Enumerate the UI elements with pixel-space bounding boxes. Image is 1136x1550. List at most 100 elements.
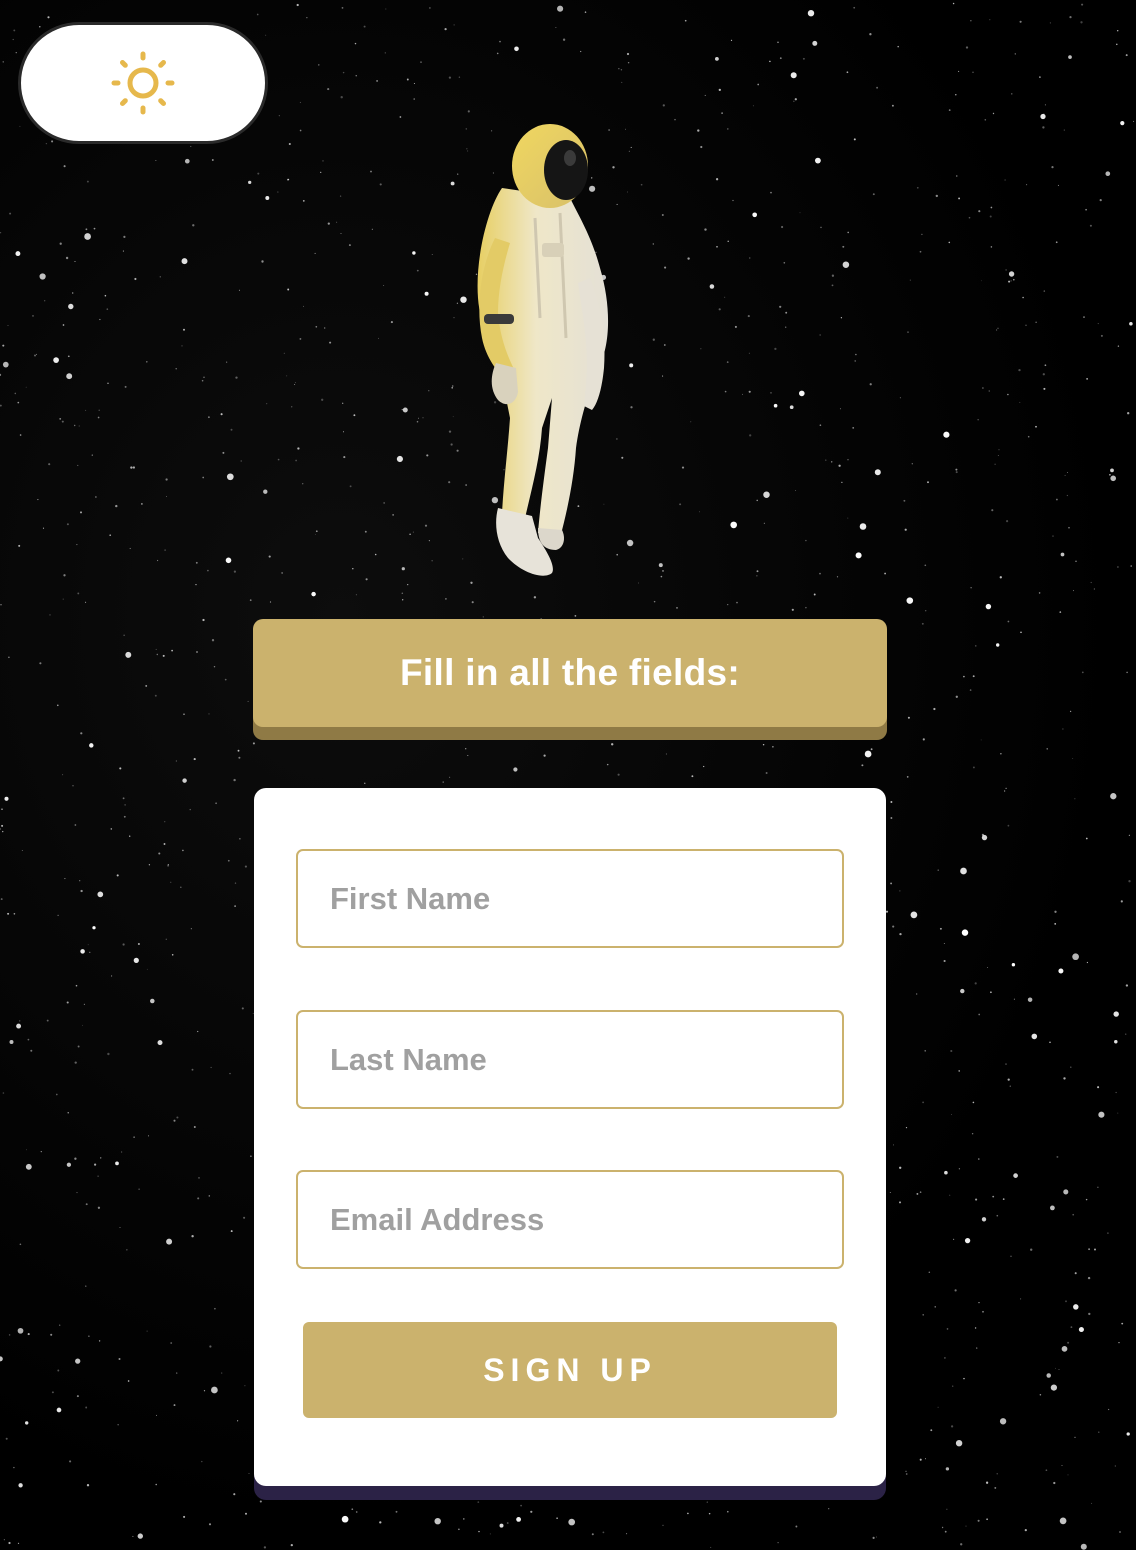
- star: [294, 382, 296, 384]
- star: [724, 296, 726, 298]
- star: [1083, 316, 1085, 318]
- last-name-input[interactable]: [296, 1010, 844, 1109]
- theme-toggle-button[interactable]: [18, 22, 268, 144]
- star: [9, 212, 12, 215]
- star: [123, 815, 126, 818]
- star: [718, 88, 721, 92]
- star: [916, 186, 919, 189]
- star: [127, 1380, 130, 1382]
- email-input[interactable]: [296, 1170, 844, 1269]
- star: [261, 260, 264, 263]
- star: [1080, 21, 1083, 24]
- star: [1, 808, 3, 810]
- first-name-input[interactable]: [296, 849, 844, 948]
- star: [756, 575, 758, 577]
- star: [626, 1533, 628, 1535]
- star: [934, 1306, 936, 1308]
- star: [1091, 1502, 1093, 1504]
- star: [59, 1324, 61, 1326]
- star: [123, 235, 126, 238]
- star: [1074, 1272, 1077, 1275]
- star: [916, 993, 918, 995]
- star: [954, 1289, 957, 1292]
- sign-up-button[interactable]: SIGN UP: [303, 1322, 837, 1418]
- star: [97, 1206, 101, 1209]
- star: [813, 593, 816, 596]
- star: [80, 511, 82, 514]
- star: [1100, 334, 1103, 337]
- star: [706, 1501, 708, 1503]
- star: [327, 222, 330, 225]
- star: [1058, 1369, 1060, 1370]
- star: [230, 428, 233, 431]
- star: [109, 534, 112, 537]
- star: [520, 1504, 522, 1507]
- star: [399, 116, 402, 118]
- star: [146, 968, 148, 970]
- star: [1035, 425, 1037, 428]
- star: [365, 578, 368, 581]
- star: [294, 383, 296, 386]
- star: [785, 311, 788, 314]
- star: [661, 213, 664, 217]
- star: [211, 159, 214, 161]
- star: [831, 274, 835, 277]
- star: [85, 409, 87, 411]
- star: [976, 1347, 978, 1349]
- star: [971, 1132, 974, 1135]
- star: [726, 361, 729, 363]
- star: [1068, 55, 1072, 59]
- star: [0, 1356, 3, 1362]
- star: [339, 195, 342, 197]
- star: [1043, 387, 1046, 390]
- star: [182, 328, 186, 331]
- star: [237, 749, 240, 752]
- star: [704, 94, 706, 96]
- star: [89, 743, 94, 748]
- star: [288, 142, 291, 146]
- star: [946, 1508, 948, 1510]
- star: [59, 242, 62, 245]
- star: [57, 1369, 60, 1372]
- star: [384, 52, 386, 54]
- star: [117, 1424, 119, 1426]
- star: [691, 775, 694, 778]
- star: [49, 614, 51, 616]
- star: [263, 489, 268, 494]
- star: [265, 34, 267, 36]
- star: [175, 760, 178, 762]
- star: [1130, 565, 1132, 567]
- star: [981, 833, 985, 837]
- star: [640, 183, 643, 186]
- star: [1046, 1373, 1051, 1378]
- star: [343, 456, 346, 459]
- star: [1127, 412, 1130, 415]
- star: [972, 71, 974, 74]
- star: [1008, 280, 1011, 283]
- star: [1059, 611, 1062, 613]
- star: [911, 463, 913, 465]
- star: [574, 614, 577, 617]
- star: [1072, 757, 1074, 759]
- star: [66, 1001, 69, 1004]
- star: [1067, 471, 1069, 473]
- star: [340, 96, 343, 99]
- star: [1067, 1474, 1069, 1476]
- star: [618, 68, 620, 70]
- star: [191, 1235, 194, 1238]
- star: [1067, 1341, 1070, 1344]
- star: [684, 19, 687, 22]
- star: [946, 1328, 949, 1330]
- star: [120, 1151, 123, 1153]
- star: [209, 1345, 212, 1348]
- star: [320, 171, 322, 174]
- star: [568, 1518, 576, 1526]
- star: [974, 982, 977, 985]
- star: [1081, 671, 1084, 674]
- star: [122, 250, 124, 252]
- star: [530, 1510, 533, 1513]
- star: [709, 284, 715, 289]
- star: [4, 796, 9, 801]
- star: [785, 326, 787, 328]
- star: [718, 308, 721, 311]
